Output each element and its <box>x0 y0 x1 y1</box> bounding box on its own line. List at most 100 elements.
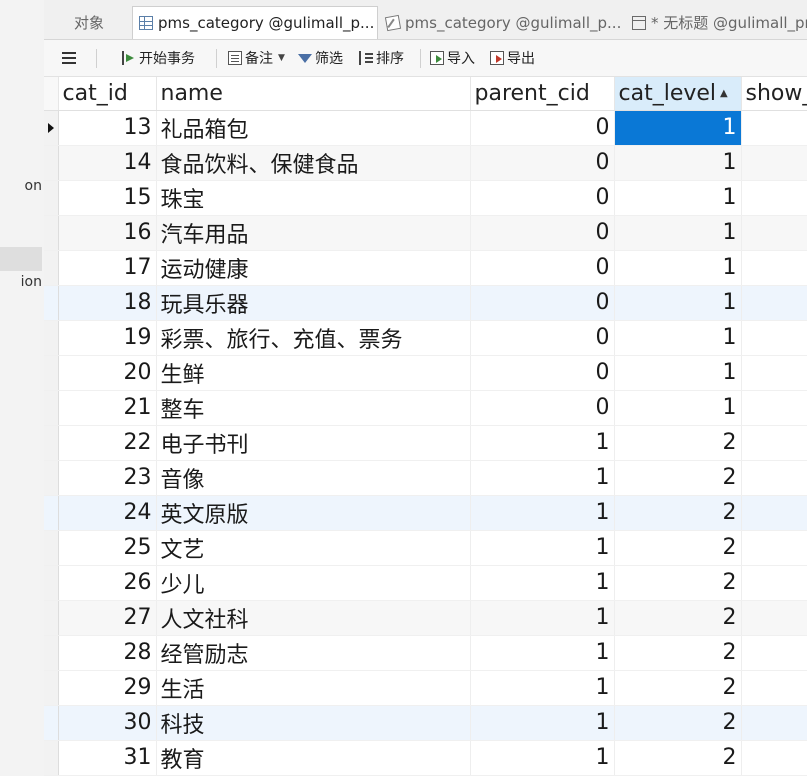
cell-cat-id[interactable]: 31 <box>58 740 157 776</box>
table-row[interactable]: 26 少儿 1 2 <box>44 565 807 601</box>
table-row[interactable]: 24 英文原版 1 2 <box>44 495 807 531</box>
cell-cat-id[interactable]: 18 <box>58 285 157 321</box>
table-row[interactable]: 28 经管励志 1 2 <box>44 635 807 671</box>
row-indicator[interactable] <box>44 670 59 706</box>
cell-parent-cid[interactable]: 1 <box>470 460 615 496</box>
cell-name[interactable]: 整车 <box>156 390 471 426</box>
cell-parent-cid[interactable]: 0 <box>470 250 615 286</box>
cell-cat-level[interactable]: 2 <box>614 530 742 566</box>
row-indicator[interactable] <box>44 250 59 286</box>
table-row[interactable]: 21 整车 0 1 <box>44 390 807 426</box>
cell-cat-level[interactable]: 2 <box>614 635 742 671</box>
navigator-item[interactable]: on <box>0 178 44 198</box>
cell-parent-cid[interactable]: 0 <box>470 285 615 321</box>
cell-show-status[interactable] <box>741 145 807 181</box>
table-row[interactable]: 31 教育 1 2 <box>44 740 807 776</box>
table-row[interactable]: 30 科技 1 2 <box>44 705 807 741</box>
column-header-cat-id[interactable]: cat_id <box>58 77 157 111</box>
cell-parent-cid[interactable]: 1 <box>470 670 615 706</box>
row-indicator[interactable] <box>44 635 59 671</box>
cell-name[interactable]: 英文原版 <box>156 495 471 531</box>
row-indicator[interactable] <box>44 390 59 426</box>
cell-cat-id[interactable]: 20 <box>58 355 157 391</box>
cell-parent-cid[interactable]: 0 <box>470 110 615 146</box>
cell-name[interactable]: 电子书刊 <box>156 425 471 461</box>
menu-button[interactable] <box>62 48 76 68</box>
navigator-item[interactable]: ion <box>0 274 44 294</box>
tab-untitled-query[interactable]: * 无标题 @gulimall_pms <box>626 6 807 39</box>
cell-cat-id[interactable]: 22 <box>58 425 157 461</box>
tab-table-design[interactable]: pms_category @gulimall_p... <box>380 6 624 39</box>
cell-show-status[interactable] <box>741 320 807 356</box>
cell-cat-level[interactable]: 2 <box>614 740 742 776</box>
cell-cat-level[interactable]: 2 <box>614 460 742 496</box>
row-indicator[interactable] <box>44 215 59 251</box>
cell-show-status[interactable] <box>741 390 807 426</box>
row-indicator[interactable] <box>44 495 59 531</box>
cell-cat-id[interactable]: 16 <box>58 215 157 251</box>
table-row[interactable]: 19 彩票、旅行、充值、票务 0 1 <box>44 320 807 356</box>
cell-cat-level[interactable]: 2 <box>614 565 742 601</box>
cell-name[interactable]: 生活 <box>156 670 471 706</box>
table-row[interactable]: 16 汽车用品 0 1 <box>44 215 807 251</box>
cell-cat-level[interactable]: 1 <box>614 110 742 146</box>
row-indicator[interactable] <box>44 110 59 146</box>
row-indicator[interactable] <box>44 320 59 356</box>
cell-name[interactable]: 彩票、旅行、充值、票务 <box>156 320 471 356</box>
table-row[interactable]: 20 生鲜 0 1 <box>44 355 807 391</box>
table-row[interactable]: 29 生活 1 2 <box>44 670 807 706</box>
cell-cat-id[interactable]: 19 <box>58 320 157 356</box>
cell-name[interactable]: 生鲜 <box>156 355 471 391</box>
cell-show-status[interactable] <box>741 460 807 496</box>
row-indicator[interactable] <box>44 285 59 321</box>
table-row[interactable]: 14 食品饮料、保健食品 0 1 <box>44 145 807 181</box>
cell-cat-level[interactable]: 1 <box>614 355 742 391</box>
cell-show-status[interactable] <box>741 705 807 741</box>
cell-name[interactable]: 少儿 <box>156 565 471 601</box>
cell-name[interactable]: 运动健康 <box>156 250 471 286</box>
cell-cat-id[interactable]: 25 <box>58 530 157 566</box>
cell-cat-level[interactable]: 2 <box>614 600 742 636</box>
column-header-name[interactable]: name <box>156 77 471 111</box>
cell-name[interactable]: 经管励志 <box>156 635 471 671</box>
cell-cat-level[interactable]: 1 <box>614 320 742 356</box>
cell-cat-id[interactable]: 17 <box>58 250 157 286</box>
cell-show-status[interactable] <box>741 250 807 286</box>
cell-cat-level[interactable]: 2 <box>614 705 742 741</box>
cell-cat-level[interactable]: 1 <box>614 285 742 321</box>
cell-show-status[interactable] <box>741 110 807 146</box>
cell-parent-cid[interactable]: 1 <box>470 495 615 531</box>
cell-cat-level[interactable]: 1 <box>614 215 742 251</box>
cell-cat-level[interactable]: 1 <box>614 145 742 181</box>
cell-show-status[interactable] <box>741 285 807 321</box>
cell-cat-id[interactable]: 24 <box>58 495 157 531</box>
cell-parent-cid[interactable]: 1 <box>470 565 615 601</box>
cell-cat-id[interactable]: 29 <box>58 670 157 706</box>
cell-cat-level[interactable]: 2 <box>614 670 742 706</box>
cell-show-status[interactable] <box>741 530 807 566</box>
cell-cat-level[interactable]: 1 <box>614 390 742 426</box>
table-row[interactable]: 18 玩具乐器 0 1 <box>44 285 807 321</box>
row-indicator[interactable] <box>44 460 59 496</box>
cell-parent-cid[interactable]: 1 <box>470 635 615 671</box>
cell-cat-id[interactable]: 21 <box>58 390 157 426</box>
notes-button[interactable]: 备注 ▼ <box>228 48 285 68</box>
row-indicator[interactable] <box>44 530 59 566</box>
tab-objects[interactable]: 对象 <box>68 6 130 39</box>
cell-parent-cid[interactable]: 1 <box>470 425 615 461</box>
cell-cat-id[interactable]: 28 <box>58 635 157 671</box>
tab-table-data[interactable]: pms_category @gulimall_p... <box>132 6 378 39</box>
cell-cat-id[interactable]: 15 <box>58 180 157 216</box>
cell-parent-cid[interactable]: 0 <box>470 355 615 391</box>
cell-parent-cid[interactable]: 0 <box>470 390 615 426</box>
row-indicator[interactable] <box>44 180 59 216</box>
row-indicator[interactable] <box>44 145 59 181</box>
cell-show-status[interactable] <box>741 215 807 251</box>
cell-show-status[interactable] <box>741 635 807 671</box>
cell-show-status[interactable] <box>741 670 807 706</box>
cell-show-status[interactable] <box>741 740 807 776</box>
row-indicator[interactable] <box>44 355 59 391</box>
cell-parent-cid[interactable]: 0 <box>470 320 615 356</box>
cell-name[interactable]: 人文社科 <box>156 600 471 636</box>
cell-cat-id[interactable]: 14 <box>58 145 157 181</box>
